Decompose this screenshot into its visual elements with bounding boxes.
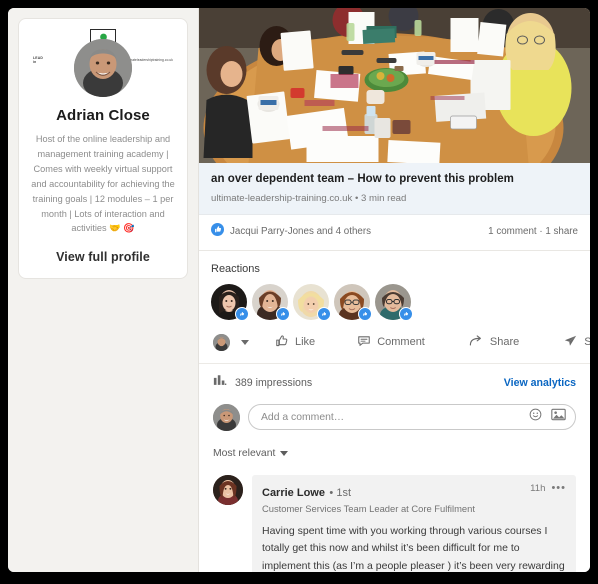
article-read-time: 3 min read (361, 192, 407, 204)
comment-button[interactable]: Comment (357, 334, 425, 351)
profile-avatar (74, 39, 132, 97)
speech-bubble-icon (357, 334, 371, 351)
reactions-section: Reactions (199, 251, 590, 321)
reactor-avatar-list (211, 283, 578, 321)
view-analytics-link[interactable]: View analytics (504, 377, 576, 389)
reactors-text: Jacqui Parry-Jones and 4 others (230, 226, 372, 238)
sort-label: Most relevant (213, 447, 276, 459)
paper-plane-icon (563, 334, 578, 351)
comment-compose-row: Add a comment… (199, 400, 590, 441)
send-button[interactable]: Send (563, 334, 590, 351)
comment-meta: 11h ••• (530, 482, 566, 494)
current-user-avatar (213, 333, 230, 351)
post-action-bar: Like Comment Share (199, 320, 590, 364)
send-label: Send (584, 336, 590, 348)
comment-bubble: Carrie Lowe • 1st 11h ••• Customer Servi… (252, 474, 576, 572)
impressions-count: 389 impressions (235, 376, 313, 389)
comment-label: Comment (377, 336, 425, 349)
view-full-profile-link[interactable]: View full profile (29, 250, 177, 264)
reactor-avatar-4[interactable] (334, 283, 372, 321)
profile-avatar-area: LEAD in ultimateleadershiptraining.co.uk (29, 29, 177, 101)
profile-bio: Host of the online leadership and manage… (31, 134, 175, 234)
comment-input-placeholder: Add a comment… (261, 411, 345, 423)
reactor-avatar-3[interactable] (293, 283, 331, 321)
comment-body: Carrie Lowe • 1st 11h ••• Customer Servi… (252, 474, 576, 572)
comment-sort-row: Most relevant (199, 441, 590, 471)
post-image[interactable] (199, 8, 590, 163)
profile-name: Adrian Close (56, 107, 150, 124)
sort-dropdown[interactable]: Most relevant (213, 447, 289, 459)
post-column: an over dependent team – How to prevent … (198, 8, 590, 572)
comment-text: Having spent time with you working throu… (262, 524, 565, 572)
comment-author-block: Carrie Lowe • 1st (262, 483, 351, 501)
chevron-down-icon (241, 339, 249, 345)
social-counts-row: Jacqui Parry-Jones and 4 others 1 commen… (199, 215, 590, 251)
like-label: Like (295, 336, 316, 349)
like-badge-icon (399, 306, 413, 321)
reactor-avatar-5[interactable] (375, 283, 413, 321)
like-badge-icon (276, 306, 290, 321)
analytics-row: 389 impressions View analytics (199, 364, 590, 400)
share-arrow-icon (469, 334, 484, 351)
reactor-avatar-2[interactable] (252, 283, 290, 321)
comments-shares-count[interactable]: 1 comment · 1 share (488, 226, 578, 237)
comment-item: Carrie Lowe • 1st 11h ••• Customer Servi… (199, 471, 590, 572)
chevron-down-icon (280, 450, 289, 456)
article-link-preview[interactable]: an over dependent team – How to prevent … (199, 163, 590, 215)
article-source: ultimate-leadership-training.co.uk (211, 192, 353, 204)
reactor-avatar-1[interactable] (211, 283, 249, 321)
brand-left-text: LEAD in (33, 55, 44, 64)
article-meta: ultimate-leadership-training.co.uk • 3 m… (211, 193, 578, 204)
reactions-heading: Reactions (211, 262, 260, 275)
like-badge-icon (358, 306, 372, 321)
linkedin-post-screen: LEADin ultimateleadershiptraining.co.uk (8, 8, 590, 572)
reactors-summary[interactable]: Jacqui Parry-Jones and 4 others (211, 222, 372, 241)
left-sidebar: LEADin ultimateleadershiptraining.co.uk (8, 8, 198, 572)
like-badge-icon (317, 306, 331, 321)
comment-author-name[interactable]: Carrie Lowe (262, 487, 325, 499)
article-title: an over dependent team – How to prevent … (211, 173, 514, 185)
comment-menu-icon[interactable]: ••• (551, 482, 566, 494)
comment-author-headline: Customer Services Team Leader at Core Fu… (262, 502, 475, 514)
impressions-group[interactable]: 389 impressions (213, 374, 312, 392)
share-button[interactable]: Share (469, 334, 519, 351)
compose-icon-group (529, 408, 566, 426)
comment-author-degree: • 1st (329, 486, 352, 499)
react-as-selector[interactable] (213, 333, 249, 351)
comment-timestamp: 11h (530, 482, 546, 494)
share-label: Share (489, 336, 520, 349)
thumbs-up-icon (275, 334, 289, 351)
comment-input[interactable]: Add a comment… (248, 404, 576, 431)
compose-user-avatar (213, 403, 240, 431)
like-reaction-icon (211, 222, 224, 241)
comment-author-avatar[interactable] (213, 474, 243, 505)
like-button[interactable]: Like (275, 334, 315, 351)
article-meta-separator: • (354, 192, 359, 204)
bar-chart-icon (213, 374, 227, 392)
like-badge-icon (235, 306, 249, 321)
comment-header: Carrie Lowe • 1st 11h ••• (262, 482, 566, 501)
image-icon[interactable] (551, 408, 566, 426)
brand-right-text: ultimateleadershiptraining.co.uk (124, 58, 173, 62)
profile-card[interactable]: LEADin ultimateleadershiptraining.co.uk (18, 18, 188, 280)
emoji-icon[interactable] (529, 408, 542, 426)
